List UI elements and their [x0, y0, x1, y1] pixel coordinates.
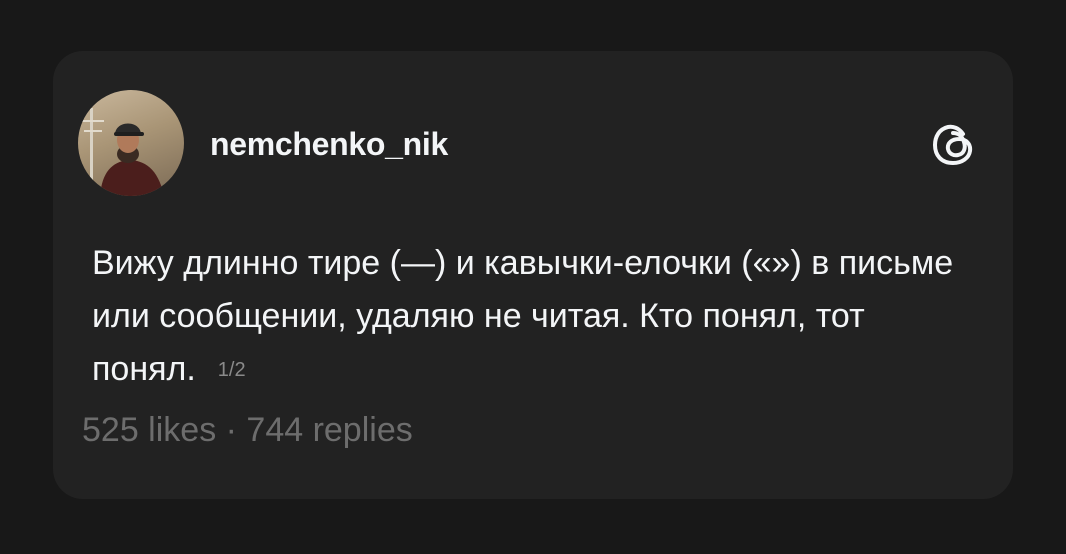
- post-body: Вижу длинно тире (—) и кавычки-елочки («…: [92, 237, 972, 397]
- avatar-photo-icon: [82, 108, 164, 196]
- threads-post-card[interactable]: nemchenko_nik Вижу длинно тире (—) и кав…: [53, 51, 1013, 499]
- user-avatar[interactable]: [78, 90, 184, 196]
- thread-page-indicator: 1/2: [217, 359, 246, 381]
- post-username[interactable]: nemchenko_nik: [210, 126, 448, 163]
- post-stats[interactable]: 525 likes · 744 replies: [82, 411, 413, 450]
- threads-logo-icon[interactable]: [929, 120, 979, 170]
